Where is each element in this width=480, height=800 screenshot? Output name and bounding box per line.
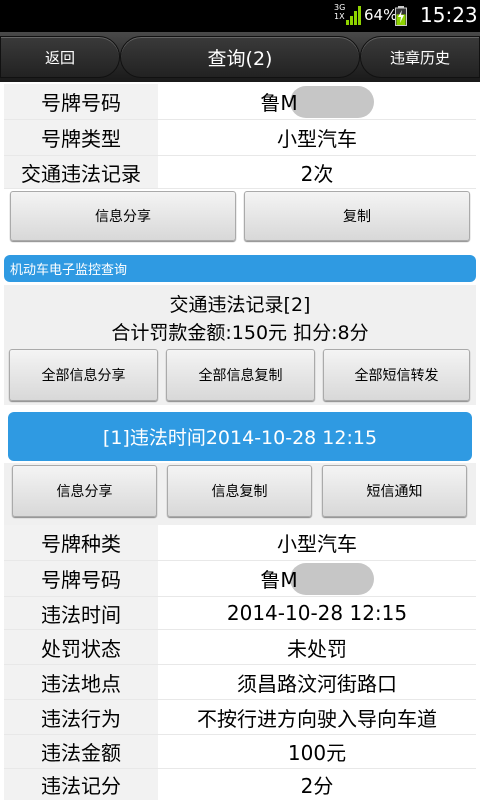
vehicle-row-violation-count: 交通违法记录 2次 [4, 156, 476, 189]
signal-bars-icon [346, 6, 361, 25]
row-value: 未处罚 [158, 630, 476, 664]
row-key: 交通违法记录 [4, 156, 158, 188]
row-key: 违法地点 [4, 665, 158, 699]
row-value: 100元 [158, 735, 476, 768]
copy-button[interactable]: 复制 [244, 191, 470, 241]
sms-notify-button[interactable]: 短信通知 [322, 465, 467, 517]
row-key: 违法行为 [4, 700, 158, 734]
row-value: 鲁M [158, 84, 476, 119]
violation-row-penalty-status: 处罚状态 未处罚 [4, 630, 476, 665]
copy-all-button[interactable]: 全部信息复制 [166, 349, 315, 401]
violation-row-behavior: 违法行为 不按行进方向驶入导向车道 [4, 700, 476, 735]
row-value: 鲁M [158, 561, 476, 596]
row-key: 违法记分 [4, 769, 158, 800]
share-info-button[interactable]: 信息分享 [10, 191, 236, 241]
row-key: 违法时间 [4, 597, 158, 629]
row-key: 号牌号码 [4, 84, 158, 119]
row-value: 小型汽车 [158, 525, 476, 560]
title-bar: 返回 查询(2) 违章历史 [0, 32, 480, 82]
violation-row-location: 违法地点 须昌路汶河街路口 [4, 665, 476, 700]
violation-row-plate-number: 号牌号码 鲁M [4, 561, 476, 597]
row-key: 违法金额 [4, 735, 158, 768]
violation-header[interactable]: [1]违法时间2014-10-28 12:15 [8, 412, 472, 461]
row-key: 号牌类型 [4, 120, 158, 155]
violation-history-button[interactable]: 违章历史 [360, 36, 480, 78]
summary-fine-total: 合计罚款金额:150元 扣分:8分 [111, 322, 369, 344]
row-value: 2分 [158, 769, 476, 800]
vehicle-row-plate-number: 号牌号码 鲁M [4, 84, 476, 120]
clock: 15:23 [420, 3, 478, 27]
row-key: 号牌号码 [4, 561, 158, 596]
vehicle-row-plate-type: 号牌类型 小型汽车 [4, 120, 476, 156]
violation-row-time: 违法时间 2014-10-28 12:15 [4, 597, 476, 630]
redacted-plate [289, 562, 374, 595]
summary-violation-records: 交通违法记录[2] [169, 294, 311, 316]
status-bar: 3G 1X 64% 15:23 [0, 0, 480, 32]
section-header-electronic-monitoring: 机动车电子监控查询 [4, 255, 476, 282]
redacted-plate [289, 85, 374, 118]
page-title: 查询(2) [120, 36, 360, 78]
row-key: 号牌种类 [4, 525, 158, 560]
row-value: 2014-10-28 12:15 [158, 597, 476, 629]
battery-charging-icon [395, 6, 407, 26]
battery-percent: 64% [364, 6, 398, 24]
row-value: 须昌路汶河街路口 [158, 665, 476, 699]
row-key: 处罚状态 [4, 630, 158, 664]
violation-share-button[interactable]: 信息分享 [12, 465, 157, 517]
plate-prefix: 鲁M [260, 91, 298, 115]
violation-copy-button[interactable]: 信息复制 [167, 465, 312, 517]
violation-row-fine-amount: 违法金额 100元 [4, 735, 476, 769]
network-type: 3G 1X [334, 3, 346, 21]
sms-forward-all-button[interactable]: 全部短信转发 [323, 349, 470, 401]
row-value: 不按行进方向驶入导向车道 [158, 700, 476, 734]
back-button[interactable]: 返回 [0, 36, 120, 78]
violation-row-plate-kind: 号牌种类 小型汽车 [4, 525, 476, 561]
row-value: 小型汽车 [158, 120, 476, 155]
plate-prefix: 鲁M [260, 568, 298, 592]
row-value: 2次 [158, 156, 476, 188]
violation-row-points: 违法记分 2分 [4, 769, 476, 800]
share-all-button[interactable]: 全部信息分享 [9, 349, 158, 401]
